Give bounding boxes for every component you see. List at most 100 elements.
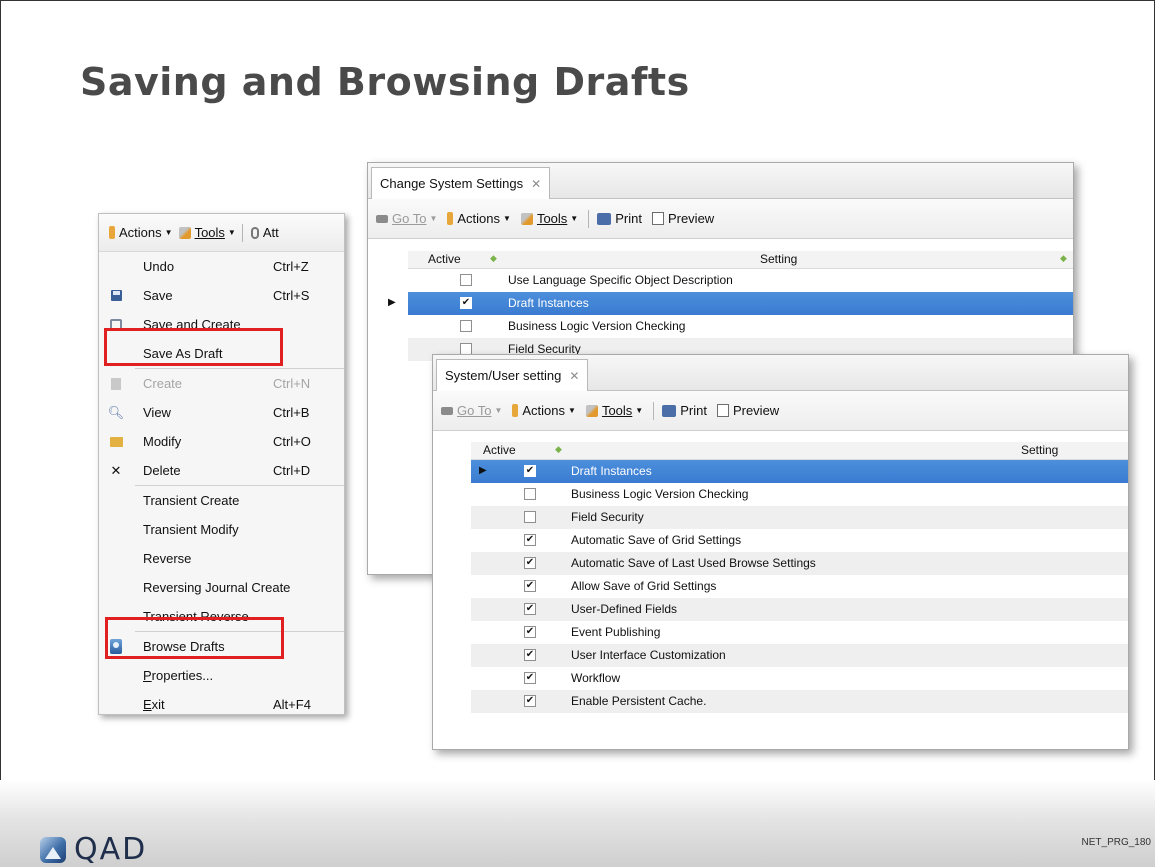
menu-item-reverse[interactable]: Reverse xyxy=(99,544,344,573)
tools-icon xyxy=(520,212,533,225)
active-checkbox[interactable]: ✔ xyxy=(460,297,472,309)
menu-item-exit[interactable]: Exit Alt+F4 xyxy=(99,690,344,714)
tools-menu-button[interactable]: Tools ▼ xyxy=(178,225,236,240)
close-icon[interactable]: ✕ xyxy=(531,177,541,191)
grid-header: Active ◆ Setting ◆ xyxy=(408,251,1073,269)
menu-item-label: View xyxy=(143,405,171,420)
pin-icon xyxy=(447,212,454,225)
table-row[interactable]: Business Logic Version Checking xyxy=(471,483,1128,506)
attach-button[interactable]: Att xyxy=(250,225,279,240)
menu-item-undo[interactable]: Undo Ctrl+Z xyxy=(99,252,344,281)
menu-item-transient-create[interactable]: Transient Create xyxy=(99,486,344,515)
menu-item-view[interactable]: 🔍︎ View Ctrl+B xyxy=(99,398,344,427)
menu-item-shortcut: Ctrl+Z xyxy=(273,259,309,274)
actions-menu-button[interactable]: Actions ▼ xyxy=(109,225,173,240)
table-row[interactable]: ✔ User-Defined Fields xyxy=(471,598,1128,621)
setting-cell: User-Defined Fields xyxy=(571,602,678,616)
actions-button[interactable]: Actions ▼ xyxy=(512,403,576,418)
menu-item-label: Undo xyxy=(143,259,175,274)
active-checkbox[interactable]: ✔ xyxy=(524,557,536,569)
tab-strip: System/User setting ✕ xyxy=(433,355,1128,391)
table-row[interactable]: Field Security xyxy=(471,506,1128,529)
table-row[interactable]: Use Language Specific Object Description xyxy=(408,269,1073,292)
tools-icon xyxy=(178,226,191,239)
pin-icon xyxy=(109,226,115,239)
menu-item-shortcut: Ctrl+O xyxy=(273,434,311,449)
setting-cell: Field Security xyxy=(571,510,644,524)
preview-button[interactable]: Preview xyxy=(651,211,714,226)
active-checkbox[interactable] xyxy=(524,488,536,500)
grid-rows: ▶ ✔ Draft Instances Business Logic Version … xyxy=(471,460,1128,713)
menu-item-label: Modify xyxy=(143,434,182,449)
chevron-down-icon: ▼ xyxy=(635,406,644,415)
tools-icon xyxy=(585,404,598,417)
menu-item-modify[interactable]: Modify Ctrl+O xyxy=(99,427,344,456)
menu-item-label: Transient Create xyxy=(143,493,240,508)
column-header-active[interactable]: Active xyxy=(428,252,461,266)
column-header-setting[interactable]: Setting xyxy=(760,252,797,266)
table-row[interactable]: ✔ Workflow xyxy=(471,667,1128,690)
goto-button[interactable]: Go To ▼ xyxy=(441,403,502,418)
close-icon[interactable]: ✕ xyxy=(569,369,579,383)
chevron-down-icon: ▼ xyxy=(227,228,236,237)
active-checkbox[interactable]: ✔ xyxy=(524,465,536,477)
active-checkbox[interactable]: ✔ xyxy=(524,580,536,592)
sort-icon: ◆ xyxy=(490,253,497,263)
table-row[interactable]: ✔ Enable Persistent Cache. xyxy=(471,690,1128,713)
table-row[interactable]: ✔ Allow Save of Grid Settings xyxy=(471,575,1128,598)
slide-footer: QAD xyxy=(0,780,1155,867)
menu-item-label: Create xyxy=(143,376,183,391)
chevron-down-icon: ▼ xyxy=(503,214,511,223)
menu-item-label: Save xyxy=(143,288,173,303)
table-row[interactable]: ▶ ✔ Draft Instances xyxy=(388,292,1073,315)
print-button[interactable]: Print xyxy=(597,211,642,226)
table-row[interactable]: ✔ Automatic Save of Grid Settings xyxy=(471,529,1128,552)
setting-cell: Use Language Specific Object Description xyxy=(508,273,733,287)
printer-icon xyxy=(597,212,612,225)
printer-icon xyxy=(662,404,677,417)
setting-cell: Automatic Save of Grid Settings xyxy=(571,533,742,547)
table-row[interactable]: ✔ Event Publishing xyxy=(471,621,1128,644)
menu-item-properties[interactable]: Properties... xyxy=(99,661,344,690)
slide-title: Saving and Browsing Drafts xyxy=(80,60,690,104)
active-checkbox[interactable]: ✔ xyxy=(524,603,536,615)
window-toolbar: Go To ▼ Actions ▼ Tools ▼ Print Preview xyxy=(433,391,1128,431)
toolbar-separator xyxy=(653,401,655,420)
active-checkbox[interactable] xyxy=(460,320,472,332)
preview-button[interactable]: Preview xyxy=(716,403,779,418)
table-row[interactable]: ✔ User Interface Customization xyxy=(471,644,1128,667)
magnifier-icon: 🔍︎ xyxy=(107,404,125,420)
menu-item-shortcut: Alt+F4 xyxy=(273,697,311,712)
column-header-active[interactable]: Active xyxy=(483,443,516,457)
menu-item-delete[interactable]: ✕ Delete Ctrl+D xyxy=(99,456,344,485)
menu-item-save[interactable]: Save Ctrl+S xyxy=(99,281,344,310)
tab-change-system-settings[interactable]: Change System Settings ✕ xyxy=(371,167,551,199)
actions-button[interactable]: Actions ▼ xyxy=(447,211,511,226)
settings-grid: Active ◆ Setting ▶ ✔ Draft Instances Busine… xyxy=(471,442,1128,713)
table-row[interactable]: ✔ Automatic Save of Last Used Browse Sett… xyxy=(471,552,1128,575)
menu-item-label: Reversing Journal Create xyxy=(143,580,291,595)
menu-item-transient-modify[interactable]: Transient Modify xyxy=(99,515,344,544)
active-checkbox[interactable]: ✔ xyxy=(524,534,536,546)
column-header-setting[interactable]: Setting xyxy=(1021,443,1058,457)
tab-system-user-setting[interactable]: System/User setting ✕ xyxy=(436,359,589,391)
menu-item-reversing-journal-create[interactable]: Reversing Journal Create xyxy=(99,573,344,602)
menu-toolbar: Actions ▼ Tools ▼ Att xyxy=(99,214,344,252)
active-checkbox[interactable]: ✔ xyxy=(524,672,536,684)
tab-strip: Change System Settings ✕ xyxy=(368,163,1073,199)
qad-logo-icon xyxy=(40,836,66,863)
active-checkbox[interactable] xyxy=(460,274,472,286)
goto-button[interactable]: Go To ▼ xyxy=(376,211,437,226)
tools-button[interactable]: Tools ▼ xyxy=(585,403,644,418)
grid-header: Active ◆ Setting xyxy=(471,442,1128,460)
menu-item-label: Properties... xyxy=(143,668,214,683)
active-checkbox[interactable] xyxy=(524,511,536,523)
active-checkbox[interactable]: ✔ xyxy=(524,649,536,661)
active-checkbox[interactable]: ✔ xyxy=(524,626,536,638)
tools-button[interactable]: Tools ▼ xyxy=(520,211,578,226)
print-button[interactable]: Print xyxy=(662,403,707,418)
table-row[interactable]: Business Logic Version Checking xyxy=(408,315,1073,338)
browse-drafts-highlight xyxy=(105,617,284,659)
table-row[interactable]: ▶ ✔ Draft Instances xyxy=(471,460,1128,483)
active-checkbox[interactable]: ✔ xyxy=(524,695,536,707)
